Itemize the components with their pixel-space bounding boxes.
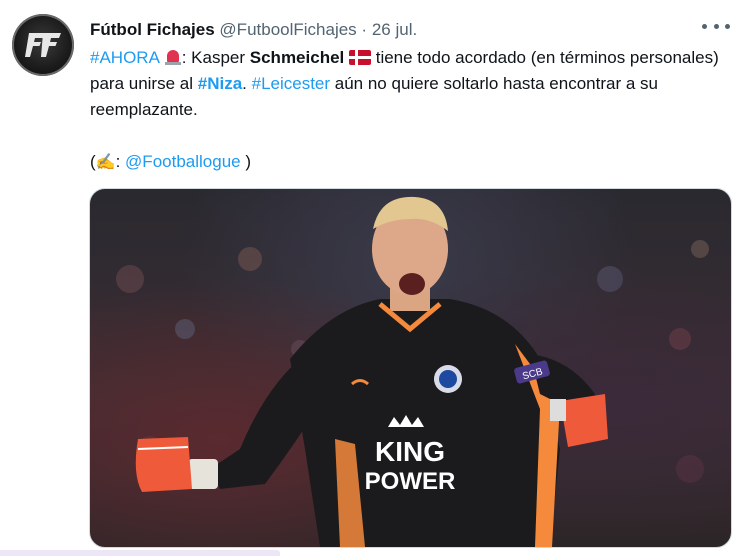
writing-hand-icon: ✍ xyxy=(95,154,116,171)
jersey-sponsor-text: KING xyxy=(375,436,445,467)
credit-close: ) xyxy=(240,152,251,171)
denmark-flag-icon xyxy=(349,50,371,65)
tweet-text: #AHORA : Kasper Schmeichel tiene todo ac… xyxy=(90,45,730,176)
tweet-text-segment: . xyxy=(242,74,252,93)
tweet-paragraph: #AHORA : Kasper Schmeichel tiene todo ac… xyxy=(90,45,730,123)
jersey-sponsor-text-2: POWER xyxy=(365,468,456,495)
more-horizontal-icon xyxy=(702,23,707,29)
author-handle[interactable]: @FutboolFichajes xyxy=(219,20,356,39)
author-avatar[interactable] xyxy=(12,14,74,76)
more-options-button[interactable] xyxy=(702,16,730,36)
rotating-light-icon xyxy=(164,48,182,66)
tweet-credit: (✍: @Footballogue ) xyxy=(90,149,730,176)
hashtag-leicester[interactable]: #Leicester xyxy=(252,74,330,93)
goalkeeper-photo: SCB KING POWER xyxy=(116,196,709,547)
tweet-date[interactable]: 26 jul. xyxy=(372,20,417,39)
futbol-fichajes-logo xyxy=(25,33,61,57)
tweet-text-segment: : Kasper xyxy=(181,48,250,67)
hashtag-niza[interactable]: #Niza xyxy=(198,74,242,93)
credit-colon: : xyxy=(115,152,126,171)
author-name[interactable]: Fútbol Fichajes xyxy=(90,20,215,39)
hashtag-ahora[interactable]: #AHORA xyxy=(90,48,159,67)
tweet-bold-name: Schmeichel xyxy=(249,48,345,67)
mention-footballogue[interactable]: @Footballogue xyxy=(125,152,241,171)
tweet-photo[interactable]: SCB KING POWER xyxy=(89,188,732,548)
header-separator: · xyxy=(361,20,368,39)
more-horizontal-icon xyxy=(725,23,730,29)
more-horizontal-icon xyxy=(713,23,719,29)
tweet-header: Fútbol Fichajes @FutboolFichajes · 26 ju… xyxy=(90,20,417,40)
bottom-scroll-indicator xyxy=(0,550,280,556)
